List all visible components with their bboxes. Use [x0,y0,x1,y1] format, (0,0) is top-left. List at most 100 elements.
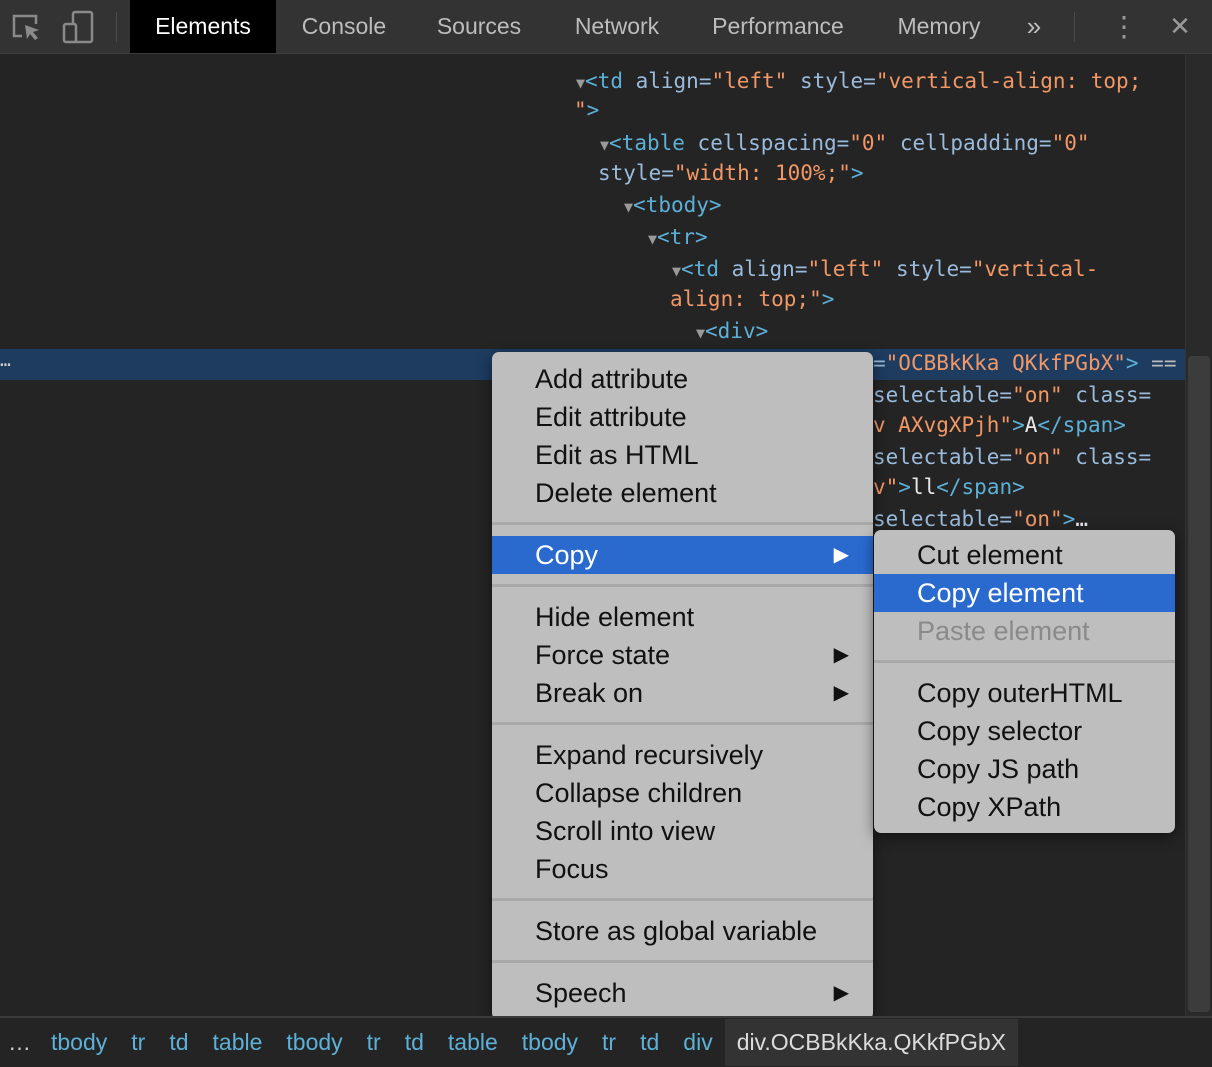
dom-token: > [586,98,600,122]
breadcrumb-item-selected[interactable]: div.OCBBkKka.QKkfPGbX [724,1019,1018,1066]
dom-node-line[interactable]: ▼<tbody> [624,190,722,221]
context-menu: Add attribute Edit attribute Edit as HTML D… [492,352,873,1020]
expand-triangle-icon[interactable]: ▼ [576,74,585,92]
dom-node-line[interactable]: ▼<td align="left" style="vertical- [672,254,1098,285]
dom-token: v AXvgXPjh" [873,413,1013,437]
expand-triangle-icon[interactable]: ▼ [624,198,633,216]
breadcrumb-more[interactable]: … [0,1019,39,1066]
dom-node-line[interactable]: "> [574,95,599,126]
menu-item-store-as-global-variable[interactable]: Store as global variable [492,912,873,950]
breadcrumb-item[interactable]: td [393,1019,436,1066]
breadcrumb-item[interactable]: tbody [274,1019,354,1066]
menu-item-copy-xpath[interactable]: Copy XPath [874,788,1175,826]
dom-token: cellspacing= [697,131,850,155]
breadcrumb-item[interactable]: table [201,1019,275,1066]
breadcrumb-item[interactable]: tr [355,1019,393,1066]
breadcrumb-item[interactable]: tr [119,1019,157,1066]
dom-token: cellpadding= [887,131,1052,155]
menu-item-label: Expand recursively [535,740,764,770]
menu-item-hide-element[interactable]: Hide element [492,598,873,636]
tab-memory[interactable]: Memory [880,0,998,53]
tab-performance[interactable]: Performance [694,0,862,53]
menu-item-label: Edit as HTML [535,440,699,470]
menu-item-force-state[interactable]: Force state ▶ [492,636,873,674]
menu-item-cut-element[interactable]: Cut element [874,536,1175,574]
menu-item-scroll-into-view[interactable]: Scroll into view [492,812,873,850]
toolbar-divider [1074,12,1075,42]
menu-item-label: Copy selector [917,716,1083,746]
copy-submenu: Cut element Copy element Paste element Copy… [874,530,1175,833]
dom-token: "vertical-align: top; [875,69,1142,93]
dom-token: selectable= [873,383,1013,407]
breadcrumb: … tbody tr td table tbody tr td table tbody tr td d… [0,1016,1212,1067]
dom-token: <tr> [657,225,708,249]
submenu-arrow-icon: ▶ [833,682,849,704]
dom-node-line[interactable]: v">ll</span> [873,472,1025,503]
dom-token: " [574,98,587,122]
dom-token: > [1062,507,1076,531]
menu-item-label: Cut element [917,540,1063,570]
dom-node-line[interactable]: selectable="on" class= [873,380,1151,411]
tab-network[interactable]: Network [556,0,678,53]
dom-token: <table [609,131,698,155]
kebab-menu-icon[interactable]: ⋮ [1106,0,1142,53]
menu-separator [492,950,873,974]
scrollbar-thumb[interactable] [1188,356,1210,1012]
breadcrumb-item[interactable]: tbody [39,1019,119,1066]
menu-item-edit-attribute[interactable]: Edit attribute [492,398,873,436]
submenu-arrow-icon: ▶ [833,644,849,666]
expand-triangle-icon[interactable]: ▼ [600,136,609,154]
menu-item-copy[interactable]: Copy ▶ [492,536,873,574]
dom-node-line[interactable]: ▼<div> [696,316,768,347]
menu-separator [492,888,873,912]
close-icon[interactable]: ✕ [1160,0,1200,53]
expand-triangle-icon[interactable]: ▼ [672,262,681,280]
breadcrumb-item[interactable]: tr [590,1019,628,1066]
tab-sources[interactable]: Sources [420,0,538,53]
menu-item-copy-selector[interactable]: Copy selector [874,712,1175,750]
menu-item-focus[interactable]: Focus [492,850,873,888]
dom-token: v" [873,475,899,499]
menu-item-copy-outerhtml[interactable]: Copy outerHTML [874,674,1175,712]
dom-token: style= [598,161,674,185]
dom-token: "0" [849,131,888,155]
dom-node-line[interactable]: v AXvgXPjh">A</span> [873,410,1126,441]
expand-triangle-icon[interactable]: ▼ [696,324,705,342]
menu-item-delete-element[interactable]: Delete element [492,474,873,512]
menu-item-expand-recursively[interactable]: Expand recursively [492,736,873,774]
menu-item-collapse-children[interactable]: Collapse children [492,774,873,812]
dom-token: <td [681,257,732,281]
menu-item-label: Focus [535,854,609,884]
dom-token: > [898,475,911,499]
menu-item-paste-element: Paste element [874,612,1175,650]
dom-node-line[interactable]: ="OCBBkKka QKkfPGbX"> == [873,348,1176,379]
menu-item-copy-element[interactable]: Copy element [874,574,1175,612]
dom-node-line[interactable]: ▼<td align="left" style="vertical-align:… [576,66,1141,97]
breadcrumb-item[interactable]: td [628,1019,671,1066]
tab-console[interactable]: Console [284,0,404,53]
more-tabs-icon[interactable]: » [1014,0,1054,53]
tab-elements[interactable]: Elements [130,0,276,53]
inspect-element-icon[interactable] [10,10,42,44]
dom-node-line[interactable]: selectable="on" class= [873,442,1151,473]
menu-item-speech[interactable]: Speech ▶ [492,974,873,1012]
dom-token: "on" [1012,507,1063,531]
device-toolbar-icon[interactable] [62,10,94,44]
menu-separator [874,650,1175,674]
breadcrumb-item[interactable]: div [671,1019,724,1066]
menu-item-copy-js-path[interactable]: Copy JS path [874,750,1175,788]
dom-token: <div> [705,319,769,343]
menu-item-edit-as-html[interactable]: Edit as HTML [492,436,873,474]
dom-node-line[interactable]: style="width: 100%;"> [598,158,864,189]
dom-node-line[interactable]: ▼<table cellspacing="0" cellpadding="0" [600,128,1090,159]
menu-item-label: Paste element [917,616,1090,646]
breadcrumb-item[interactable]: table [436,1019,510,1066]
expand-triangle-icon[interactable]: ▼ [648,230,657,248]
menu-item-add-attribute[interactable]: Add attribute [492,360,873,398]
menu-item-break-on[interactable]: Break on ▶ [492,674,873,712]
dom-node-line[interactable]: align: top;"> [670,284,834,315]
dom-token: align: top;" [670,287,822,311]
breadcrumb-item[interactable]: td [157,1019,200,1066]
dom-node-line[interactable]: ▼<tr> [648,222,708,253]
breadcrumb-item[interactable]: tbody [510,1019,590,1066]
